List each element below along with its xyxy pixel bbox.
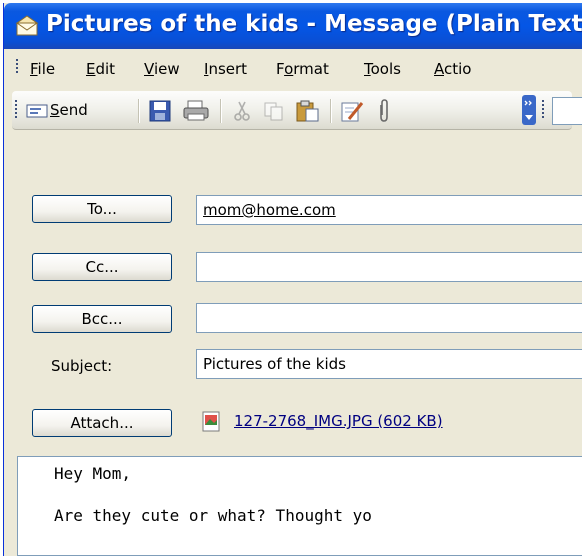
toolbar-grip-handle[interactable] [15,100,18,120]
print-icon [182,100,210,127]
print-button[interactable] [182,99,210,123]
menubar-grip-handle[interactable] [16,59,19,75]
menu-tools[interactable]: Tools [364,60,401,78]
subject-field[interactable]: Pictures of the kids [196,349,582,379]
menu-insert[interactable]: Insert [204,60,247,78]
check-names-icon [340,102,366,127]
menu-file[interactable]: File [30,60,55,78]
attach-icon [374,99,394,127]
attach-button[interactable] [374,99,394,123]
check-names-button[interactable] [340,99,366,123]
menu-view[interactable]: View [144,60,180,78]
menu-bar: File Edit View Insert Format Tools Actio [4,49,582,87]
cut-icon [230,101,254,127]
toolbar-band: Send [4,87,582,135]
toolbar-separator [330,99,332,123]
paste-icon [294,100,322,127]
attachment-link[interactable]: 127-2768_IMG.JPG (602 KB) [234,407,443,435]
bcc-button[interactable]: Bcc... [32,305,172,333]
subject-label: Subject: [51,357,113,375]
copy-icon [262,102,286,127]
toolbar-separator [220,99,222,123]
attachment-well: 127-2768_IMG.JPG (602 KB) [196,407,582,437]
title-bar[interactable]: Pictures of the kids - Message (Plain Te… [4,3,582,49]
bcc-field[interactable] [196,303,582,333]
standard-toolbar: Send [12,91,582,130]
image-file-icon [202,411,222,437]
message-body[interactable]: Hey Mom, Are they cute or what? Thought … [17,456,582,556]
cc-button[interactable]: Cc... [32,253,172,281]
send-button[interactable]: Send [24,99,114,123]
paste-button[interactable] [294,99,322,123]
to-field[interactable]: mom@home.com [196,195,582,225]
menu-actions[interactable]: Actio [434,60,471,78]
menu-format[interactable]: Format [276,60,329,78]
save-button[interactable] [148,99,174,123]
cut-button[interactable] [230,99,254,123]
toolbar-separator [138,99,140,123]
window-title: Pictures of the kids - Message (Plain Te… [46,11,582,37]
toolbar-options-chevron-icon[interactable] [522,95,536,125]
send-label: Send [50,101,88,119]
to-button[interactable]: To... [32,195,172,223]
to-recipient[interactable]: mom@home.com [203,201,336,219]
copy-button[interactable] [262,99,286,123]
send-icon [26,103,48,123]
attach-button-header[interactable]: Attach... [32,409,172,437]
toolbar2-grip-handle[interactable] [542,100,545,120]
save-icon [148,100,172,127]
menu-edit[interactable]: Edit [86,60,115,78]
toolbar-combo-box[interactable] [552,97,582,125]
message-envelope-icon [14,15,40,37]
cc-field[interactable] [196,252,582,282]
message-window: Pictures of the kids - Message (Plain Te… [3,3,582,556]
